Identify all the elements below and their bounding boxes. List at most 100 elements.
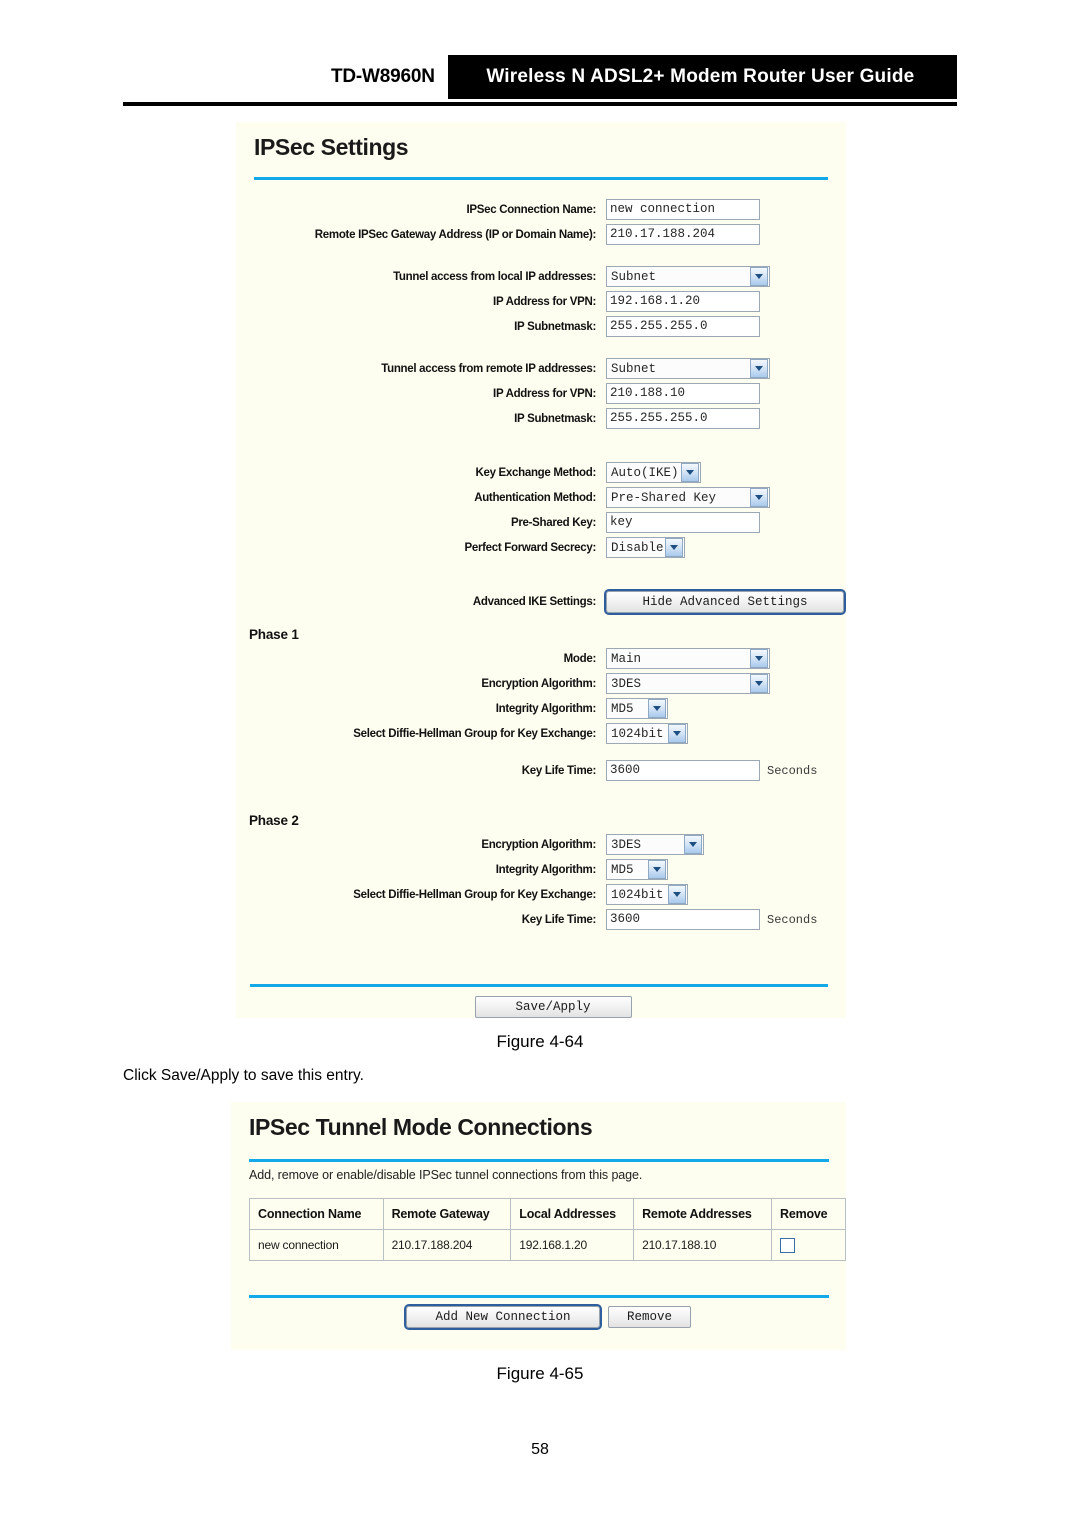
field-pre-shared-key: Pre-Shared Key: key <box>236 511 846 534</box>
field-phase2-diffie-hellman: Select Diffie-Hellman Group for Key Exch… <box>236 883 846 906</box>
column-header-remove: Remove <box>771 1198 846 1230</box>
chevron-down-icon[interactable] <box>648 699 666 718</box>
label-phase1-encryption: Encryption Algorithm: <box>481 677 596 690</box>
label-perfect-forward-secrecy: Perfect Forward Secrecy: <box>464 541 596 554</box>
phase2-key-life-time-input[interactable]: 3600 <box>606 909 760 930</box>
phase1-integrity-value: MD5 <box>611 701 634 716</box>
save-apply-button[interactable]: Save/Apply <box>474 996 632 1018</box>
label-local-ip-vpn: IP Address for VPN: <box>493 295 596 308</box>
label-local-tunnel-access: Tunnel access from local IP addresses: <box>393 270 596 283</box>
authentication-method-select[interactable]: Pre-Shared Key <box>606 487 770 508</box>
chevron-down-icon[interactable] <box>750 649 768 668</box>
product-model: TD-W8960N <box>331 66 435 87</box>
chevron-down-icon[interactable] <box>668 885 686 904</box>
phase2-encryption-select[interactable]: 3DES <box>606 834 704 855</box>
panel-title-tunnel-connections: IPSec Tunnel Mode Connections <box>249 1114 593 1140</box>
phase2-integrity-value: MD5 <box>611 862 634 877</box>
phase2-key-life-time-unit: Seconds <box>767 912 818 927</box>
chevron-down-icon[interactable] <box>668 724 686 743</box>
phase1-key-life-time-unit: Seconds <box>767 763 818 778</box>
hide-advanced-settings-button[interactable]: Hide Advanced Settings <box>604 588 846 615</box>
label-local-subnetmask: IP Subnetmask: <box>514 320 596 333</box>
field-local-subnetmask: IP Subnetmask: 255.255.255.0 <box>236 315 846 338</box>
chevron-down-icon[interactable] <box>681 463 699 482</box>
perfect-forward-secrecy-select[interactable]: Disable <box>606 537 685 558</box>
phase2-integrity-select[interactable]: MD5 <box>606 859 668 880</box>
cell-remove <box>771 1229 846 1261</box>
table-row: new connection 210.17.188.204 192.168.1.… <box>249 1229 846 1261</box>
field-phase2-key-life-time: Key Life Time: 3600 Seconds <box>236 908 846 931</box>
phase1-heading: Phase 1 <box>249 627 299 642</box>
page-header: TD-W8960N Wireless N ADSL2+ Modem Router… <box>123 55 957 107</box>
divider-top <box>254 177 828 180</box>
remote-subnetmask-input[interactable]: 255.255.255.0 <box>606 408 760 429</box>
label-phase1-diffie-hellman: Select Diffie-Hellman Group for Key Exch… <box>353 727 596 740</box>
chevron-down-icon[interactable] <box>665 538 683 557</box>
label-remote-subnetmask: IP Subnetmask: <box>514 412 596 425</box>
panel-description: Add, remove or enable/disable IPSec tunn… <box>249 1168 643 1182</box>
phase2-encryption-value: 3DES <box>611 837 642 852</box>
field-phase1-diffie-hellman: Select Diffie-Hellman Group for Key Exch… <box>236 722 846 745</box>
chevron-down-icon[interactable] <box>750 488 768 507</box>
local-tunnel-access-select[interactable]: Subnet <box>606 266 770 287</box>
figure-caption-4-64: Figure 4-64 <box>496 1032 584 1051</box>
chevron-down-icon[interactable] <box>750 267 768 286</box>
add-new-connection-button[interactable]: Add New Connection <box>404 1304 602 1330</box>
label-advanced-ike-settings: Advanced IKE Settings: <box>472 595 596 608</box>
local-subnetmask-input[interactable]: 255.255.255.0 <box>606 316 760 337</box>
column-header-remote-addresses: Remote Addresses <box>633 1198 772 1230</box>
chevron-down-icon[interactable] <box>750 674 768 693</box>
phase1-diffie-hellman-select[interactable]: 1024bit <box>606 723 688 744</box>
authentication-method-value: Pre-Shared Key <box>611 490 717 505</box>
connections-table: Connection Name Remote Gateway Local Add… <box>249 1198 846 1261</box>
phase1-key-life-time-input[interactable]: 3600 <box>606 760 760 781</box>
remove-checkbox[interactable] <box>780 1237 795 1253</box>
chevron-down-icon[interactable] <box>648 860 666 879</box>
phase1-mode-select[interactable]: Main <box>606 648 770 669</box>
field-phase1-encryption: Encryption Algorithm: 3DES <box>236 672 846 695</box>
ipsec-settings-panel: IPSec Settings IPSec Connection Name: ne… <box>236 122 846 1018</box>
local-tunnel-access-value: Subnet <box>611 269 657 284</box>
remote-gateway-input[interactable]: 210.17.188.204 <box>606 224 760 245</box>
ipsec-settings-form: IPSec Connection Name: new connection Re… <box>236 198 846 933</box>
label-phase2-key-life-time: Key Life Time: <box>521 913 597 926</box>
guide-title: Wireless N ADSL2+ Modem Router User Guid… <box>486 66 915 87</box>
pre-shared-key-input[interactable]: key <box>606 512 760 533</box>
remove-button[interactable]: Remove <box>608 1306 691 1328</box>
label-key-exchange-method: Key Exchange Method: <box>475 466 596 479</box>
header-rule <box>123 102 957 106</box>
chevron-down-icon[interactable] <box>684 835 702 854</box>
cell-connection-name: new connection <box>249 1229 384 1261</box>
guide-title-bar: Wireless N ADSL2+ Modem Router User Guid… <box>447 55 957 99</box>
divider-top <box>249 1159 829 1162</box>
label-phase2-integrity: Integrity Algorithm: <box>495 863 597 876</box>
key-exchange-method-select[interactable]: Auto(IKE) <box>606 462 701 483</box>
phase2-diffie-hellman-select[interactable]: 1024bit <box>606 884 688 905</box>
remote-tunnel-access-select[interactable]: Subnet <box>606 358 770 379</box>
phase1-encryption-select[interactable]: 3DES <box>606 673 770 694</box>
column-header-remote-gateway: Remote Gateway <box>382 1198 512 1230</box>
remote-ip-vpn-input[interactable]: 210.188.10 <box>606 383 760 404</box>
chevron-down-icon[interactable] <box>750 359 768 378</box>
label-remote-tunnel-access: Tunnel access from remote IP addresses: <box>381 362 596 375</box>
connection-name-input[interactable]: new connection <box>606 199 760 220</box>
cell-remote-gateway: 210.17.188.204 <box>382 1229 512 1261</box>
label-phase2-encryption: Encryption Algorithm: <box>481 838 596 851</box>
field-phase1-key-life-time: Key Life Time: 3600 Seconds <box>236 759 846 782</box>
field-phase2-integrity: Integrity Algorithm: MD5 <box>236 858 846 881</box>
field-remote-gateway: Remote IPSec Gateway Address (IP or Doma… <box>236 223 846 246</box>
local-ip-vpn-input[interactable]: 192.168.1.20 <box>606 291 760 312</box>
field-phase2-encryption: Encryption Algorithm: 3DES <box>236 833 846 856</box>
remote-tunnel-access-value: Subnet <box>611 361 657 376</box>
phase1-integrity-select[interactable]: MD5 <box>606 698 668 719</box>
field-local-ip-vpn: IP Address for VPN: 192.168.1.20 <box>236 290 846 313</box>
phase2-heading: Phase 2 <box>249 813 299 828</box>
